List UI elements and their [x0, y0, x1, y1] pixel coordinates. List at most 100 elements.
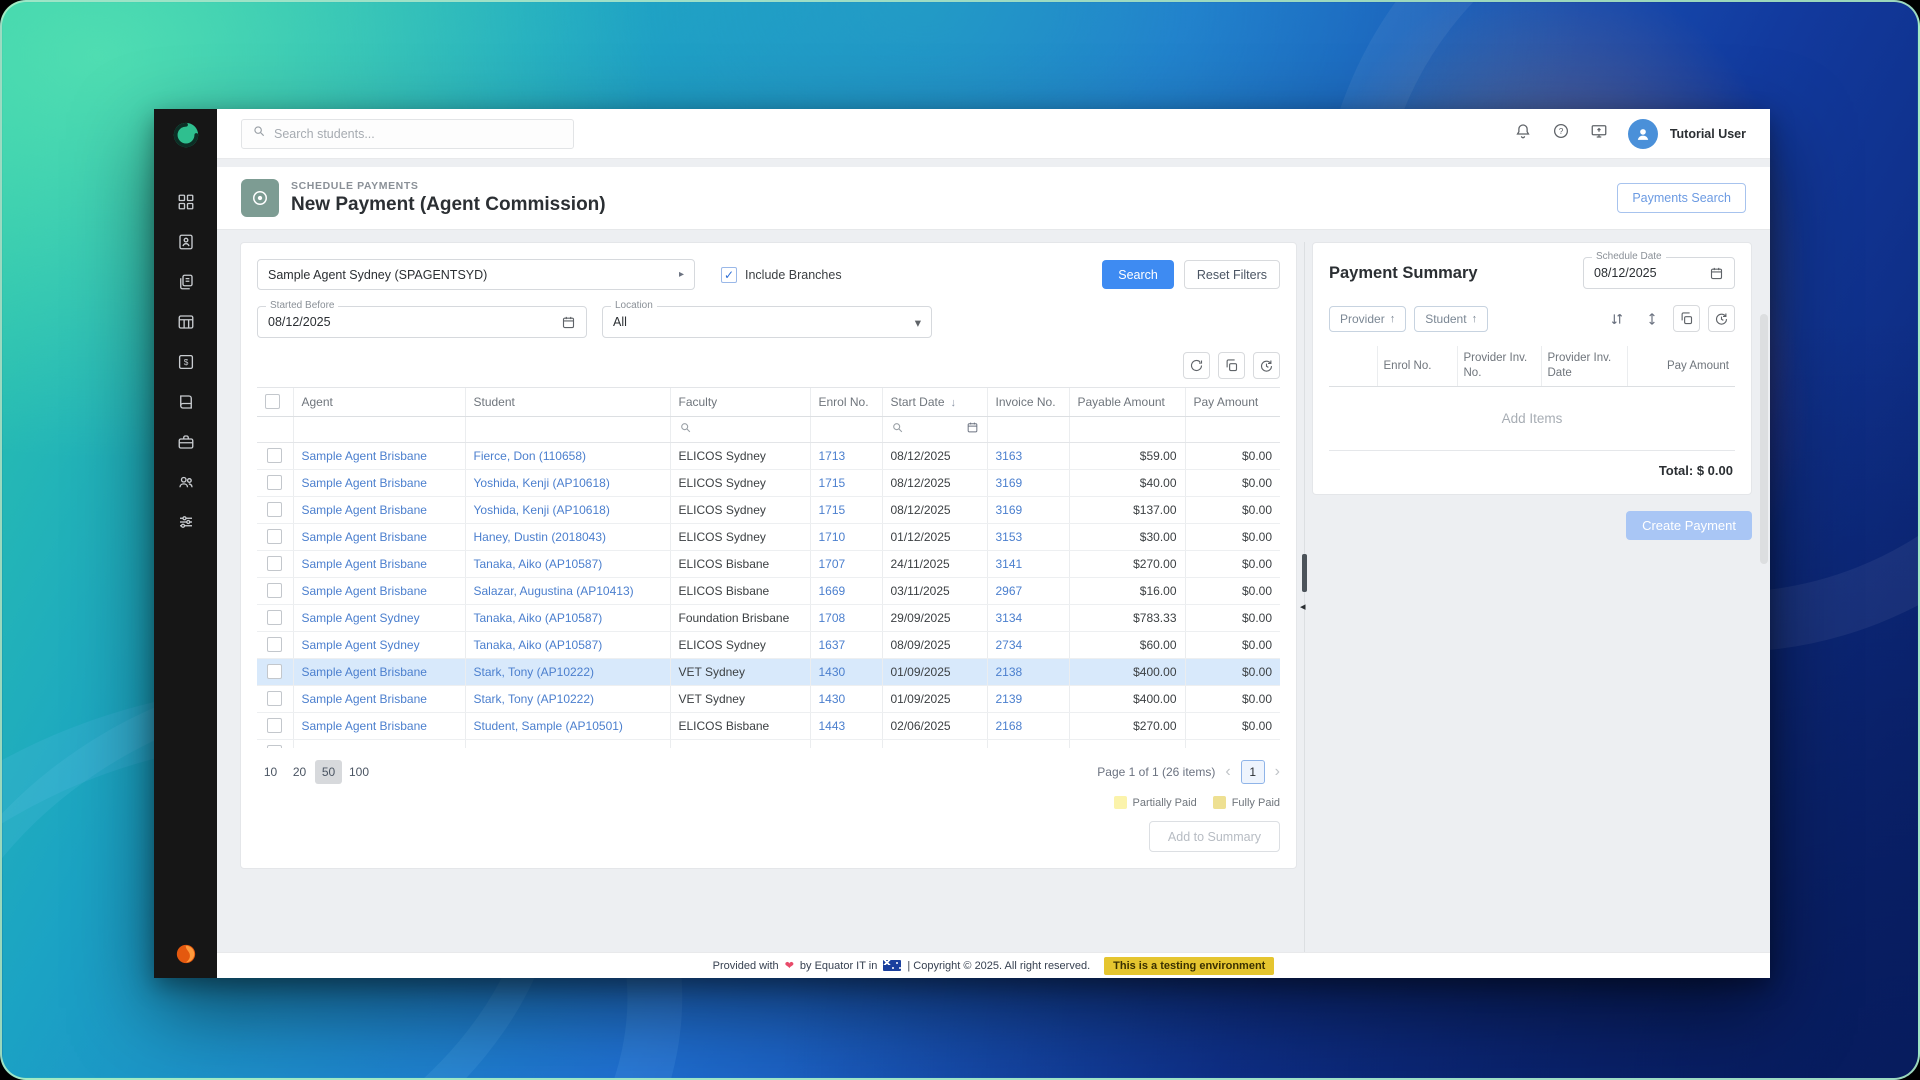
row-checkbox[interactable]	[267, 556, 283, 572]
col-start-date[interactable]: Start Date ↓	[882, 388, 988, 417]
table-row[interactable]: Sample Agent Brisbane Student, Sample (AP…	[257, 712, 1280, 740]
col-student[interactable]: Student	[465, 388, 671, 417]
table-row[interactable]: Sample Agent Sydney Tanaka, Aiko (AP10587…	[257, 631, 1280, 659]
prev-page-button[interactable]: ‹	[1225, 763, 1230, 781]
cell-agent[interactable]: Sample Agent Sydney	[293, 631, 466, 659]
table-row[interactable]: Sample Agent Brisbane Yoshida, Kenji (AP1…	[257, 496, 1280, 524]
page-size-50[interactable]: 50	[315, 760, 342, 784]
row-checkbox[interactable]	[267, 475, 283, 491]
cell-enrol-no[interactable]: 1637	[810, 631, 883, 659]
cell-agent[interactable]: Sample Agent Brisbane	[293, 550, 466, 578]
filter-start-date[interactable]	[882, 416, 988, 443]
cell-invoice-no[interactable]: 3169	[987, 469, 1070, 497]
app-logo[interactable]	[154, 109, 217, 161]
window-scrollbar[interactable]	[1760, 269, 1768, 948]
cell-agent[interactable]: Sample Agent Brisbane	[293, 469, 466, 497]
cell-invoice-no[interactable]: 2138	[987, 658, 1070, 686]
table-row[interactable]: Sample Agent BrisbaneBurrell, Kay (20180…	[257, 739, 1280, 748]
collapse-panel-arrow[interactable]: ◂	[1300, 600, 1306, 613]
table-row[interactable]: Sample Agent Brisbane Stark, Tony (AP1022…	[257, 658, 1280, 686]
started-before-field[interactable]: Started Before 08/12/2025	[257, 300, 587, 338]
row-checkbox[interactable]	[267, 529, 283, 545]
notifications-bell-icon[interactable]	[1514, 122, 1532, 145]
col-payable-amount[interactable]: Payable Amount	[1069, 388, 1186, 417]
schedule-date-field[interactable]: Schedule Date 08/12/2025	[1583, 251, 1735, 289]
row-checkbox[interactable]	[267, 718, 283, 734]
refresh-button[interactable]	[1183, 352, 1210, 379]
sidebar-item-payments-icon[interactable]: $	[177, 353, 195, 371]
filter-invoice[interactable]	[987, 416, 1070, 443]
cell-enrol-no[interactable]: 1707	[810, 550, 883, 578]
cell-invoice-no[interactable]: 2168	[987, 712, 1070, 740]
row-checkbox[interactable]	[267, 448, 283, 464]
cell-agent[interactable]: Sample Agent Brisbane	[293, 685, 466, 713]
col-faculty[interactable]: Faculty	[670, 388, 811, 417]
taskbar-app-icon[interactable]	[175, 943, 197, 970]
search-input[interactable]	[274, 126, 563, 141]
filter-payable[interactable]	[1069, 416, 1186, 443]
include-branches-checkbox[interactable]: ✓ Include Branches	[721, 266, 842, 283]
cell-enrol-no[interactable]: 1395	[810, 739, 883, 748]
cell-enrol-no[interactable]: 1430	[810, 685, 883, 713]
cell-invoice-no[interactable]: 1935	[987, 739, 1070, 748]
payments-search-button[interactable]: Payments Search	[1617, 183, 1746, 213]
cell-agent[interactable]: Sample Agent Brisbane	[293, 523, 466, 551]
row-checkbox[interactable]	[267, 745, 283, 748]
sidebar-item-timetable-icon[interactable]	[177, 313, 195, 331]
filter-agent[interactable]	[293, 416, 466, 443]
user-avatar[interactable]	[1627, 118, 1658, 149]
calendar-icon[interactable]	[966, 421, 979, 437]
page-size-10[interactable]: 10	[257, 760, 284, 784]
filter-enrol[interactable]	[810, 416, 883, 443]
cell-student[interactable]: Tanaka, Aiko (AP10587)	[465, 550, 671, 578]
cell-invoice-no[interactable]: 2967	[987, 577, 1070, 605]
cell-student[interactable]: Fierce, Don (110658)	[465, 442, 671, 470]
cell-student[interactable]: Stark, Tony (AP10222)	[465, 685, 671, 713]
cell-enrol-no[interactable]: 1430	[810, 658, 883, 686]
col-pay-amount[interactable]: Pay Amount	[1185, 388, 1280, 417]
row-checkbox[interactable]	[267, 583, 283, 599]
cell-invoice-no[interactable]: 3163	[987, 442, 1070, 470]
reorder-up-down-icon[interactable]	[1603, 305, 1630, 332]
cell-invoice-no[interactable]: 2139	[987, 685, 1070, 713]
table-row[interactable]: Sample Agent Brisbane Stark, Tony (AP1022…	[257, 685, 1280, 713]
display-share-icon[interactable]	[1590, 122, 1608, 145]
table-row[interactable]: Sample Agent Brisbane Fierce, Don (110658…	[257, 442, 1280, 470]
sidebar-item-ledger-icon[interactable]	[177, 393, 195, 411]
add-to-summary-button[interactable]: Add to Summary	[1148, 821, 1280, 852]
search-button[interactable]: Search	[1102, 260, 1174, 289]
sidebar-item-enrolments-icon[interactable]	[177, 273, 195, 291]
page-number-button[interactable]: 1	[1240, 760, 1265, 784]
create-payment-button[interactable]: Create Payment	[1626, 510, 1752, 540]
cell-invoice-no[interactable]: 3169	[987, 496, 1070, 524]
user-name[interactable]: Tutorial User	[1670, 127, 1746, 141]
filter-student[interactable]	[465, 416, 671, 443]
cell-agent[interactable]: Sample Agent Brisbane	[293, 658, 466, 686]
cell-student[interactable]: Student, Sample (AP10501)	[465, 712, 671, 740]
col-agent[interactable]: Agent	[293, 388, 466, 417]
cell-student[interactable]: Tanaka, Aiko (AP10587)	[465, 631, 671, 659]
cell-student[interactable]: Stark, Tony (AP10222)	[465, 658, 671, 686]
calendar-icon[interactable]	[561, 315, 576, 330]
table-row[interactable]: Sample Agent Sydney Tanaka, Aiko (AP10587…	[257, 604, 1280, 632]
cell-student[interactable]: Salazar, Augustina (AP10413)	[465, 577, 671, 605]
table-row[interactable]: Sample Agent Brisbane Yoshida, Kenji (AP1…	[257, 469, 1280, 497]
move-items-icon[interactable]	[1638, 305, 1665, 332]
cell-enrol-no[interactable]: 1710	[810, 523, 883, 551]
cell-enrol-no[interactable]: 1715	[810, 469, 883, 497]
location-select[interactable]: Location All ▾	[602, 300, 932, 338]
page-size-100[interactable]: 100	[344, 760, 374, 784]
cell-enrol-no[interactable]: 1715	[810, 496, 883, 524]
cell-student[interactable]: Tanaka, Aiko (AP10587)	[465, 604, 671, 632]
cell-student[interactable]: Haney, Dustin (2018043)	[465, 523, 671, 551]
row-checkbox[interactable]	[267, 637, 283, 653]
cell-agent[interactable]: Sample Agent Brisbane	[293, 442, 466, 470]
history-button[interactable]	[1253, 352, 1280, 379]
cell-agent[interactable]: Sample Agent Brisbane	[293, 496, 466, 524]
select-all-checkbox[interactable]	[265, 394, 280, 410]
sort-student-chip[interactable]: Student ↑	[1414, 305, 1489, 332]
cell-student[interactable]: Burrell, Kay (2018040)	[465, 739, 671, 748]
sidebar-item-students-icon[interactable]	[177, 233, 195, 251]
cell-enrol-no[interactable]: 1713	[810, 442, 883, 470]
cell-invoice-no[interactable]: 3153	[987, 523, 1070, 551]
